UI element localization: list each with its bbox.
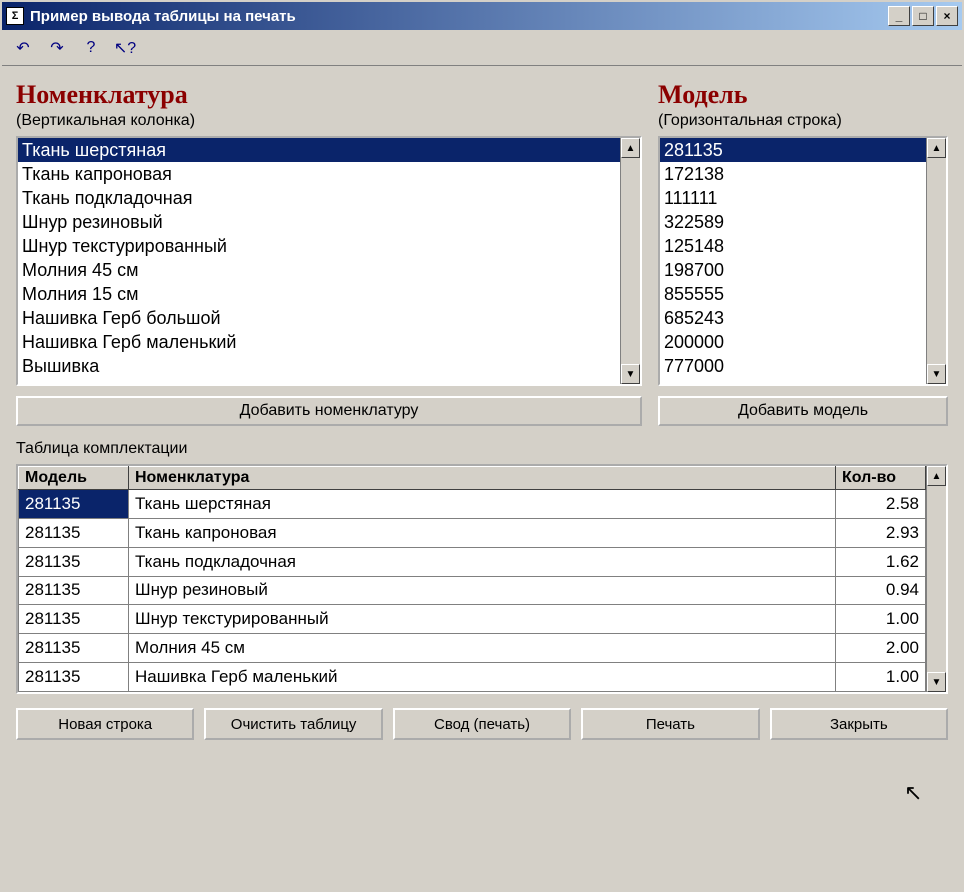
nomenclature-title: Номенклатура [16,80,642,110]
list-item[interactable]: Шнур резиновый [18,210,620,234]
scrollbar[interactable]: ▲ ▼ [926,138,946,384]
scroll-down-icon[interactable]: ▼ [621,364,640,384]
model-title: Модель [658,80,948,110]
cell-qty[interactable]: 2.58 [836,490,926,519]
scroll-up-icon[interactable]: ▲ [927,466,946,486]
undo-icon[interactable]: ↶ [12,37,34,59]
cell-model[interactable]: 281135 [19,605,129,634]
list-item[interactable]: Молния 15 см [18,282,620,306]
scroll-down-icon[interactable]: ▼ [927,364,946,384]
redo-icon[interactable]: ↷ [46,37,68,59]
maximize-button[interactable]: □ [912,6,934,26]
add-nomenclature-button[interactable]: Добавить номенклатуру [16,396,642,426]
scrollbar[interactable]: ▲ ▼ [926,466,946,692]
close-app-button[interactable]: Закрыть [770,708,948,740]
list-item[interactable]: 125148 [660,234,926,258]
cell-qty[interactable]: 0.94 [836,576,926,605]
cell-nomenclature[interactable]: Нашивка Герб маленький [129,663,836,692]
close-button[interactable]: × [936,6,958,26]
cell-model[interactable]: 281135 [19,634,129,663]
cell-nomenclature[interactable]: Ткань шерстяная [129,490,836,519]
scroll-up-icon[interactable]: ▲ [621,138,640,158]
nomenclature-panel: Номенклатура (Вертикальная колонка) Ткан… [16,80,642,426]
table-row[interactable]: 281135Молния 45 см2.00 [19,634,926,663]
list-item[interactable]: 200000 [660,330,926,354]
app-icon: Σ [6,7,24,25]
cell-qty[interactable]: 2.93 [836,518,926,547]
cell-qty[interactable]: 1.62 [836,547,926,576]
cell-nomenclature[interactable]: Молния 45 см [129,634,836,663]
list-item[interactable]: 322589 [660,210,926,234]
list-item[interactable]: Ткань шерстяная [18,138,620,162]
list-item[interactable]: Шнур текстурированный [18,234,620,258]
table-label: Таблица комплектации [16,440,948,458]
list-item[interactable]: 111111 [660,186,926,210]
list-item[interactable]: Вышивка [18,354,620,378]
cell-nomenclature[interactable]: Шнур текстурированный [129,605,836,634]
list-item[interactable]: Ткань капроновая [18,162,620,186]
cell-qty[interactable]: 2.00 [836,634,926,663]
table-row[interactable]: 281135Шнур резиновый0.94 [19,576,926,605]
cell-nomenclature[interactable]: Ткань подкладочная [129,547,836,576]
list-item[interactable]: Нашивка Герб маленький [18,330,620,354]
scrollbar[interactable]: ▲ ▼ [620,138,640,384]
cell-qty[interactable]: 1.00 [836,663,926,692]
list-item[interactable]: 172138 [660,162,926,186]
new-row-button[interactable]: Новая строка [16,708,194,740]
cell-model[interactable]: 281135 [19,663,129,692]
header-model[interactable]: Модель [19,467,129,490]
cell-model[interactable]: 281135 [19,518,129,547]
button-bar: Новая строка Очистить таблицу Свод (печа… [16,708,948,740]
window-title: Пример вывода таблицы на печать [30,8,888,25]
model-subtitle: (Горизонтальная строка) [658,112,948,130]
table-row[interactable]: 281135Ткань подкладочная1.62 [19,547,926,576]
header-qty[interactable]: Кол-во [836,467,926,490]
help-doc-icon[interactable]: ? [80,37,102,59]
cell-nomenclature[interactable]: Ткань капроновая [129,518,836,547]
cell-model[interactable]: 281135 [19,576,129,605]
titlebar[interactable]: Σ Пример вывода таблицы на печать _ □ × [2,2,962,30]
model-panel: Модель (Горизонтальная строка) 281135172… [658,80,948,426]
table-row[interactable]: 281135Ткань капроновая2.93 [19,518,926,547]
app-window: Σ Пример вывода таблицы на печать _ □ × … [0,0,964,892]
nomenclature-listbox[interactable]: Ткань шерстянаяТкань капроноваяТкань под… [16,136,642,386]
header-nomenclature[interactable]: Номенклатура [129,467,836,490]
cell-nomenclature[interactable]: Шнур резиновый [129,576,836,605]
list-item[interactable]: 198700 [660,258,926,282]
help-arrow-icon[interactable]: ↖? [114,37,136,59]
summary-print-button[interactable]: Свод (печать) [393,708,571,740]
content-area: Номенклатура (Вертикальная колонка) Ткан… [2,66,962,890]
print-button[interactable]: Печать [581,708,759,740]
scroll-down-icon[interactable]: ▼ [927,672,946,692]
table-row[interactable]: 281135Ткань шерстяная2.58 [19,490,926,519]
list-item[interactable]: Молния 45 см [18,258,620,282]
minimize-button[interactable]: _ [888,6,910,26]
cell-qty[interactable]: 1.00 [836,605,926,634]
list-item[interactable]: 281135 [660,138,926,162]
model-listbox[interactable]: 2811351721381111113225891251481987008555… [658,136,948,386]
list-item[interactable]: Нашивка Герб большой [18,306,620,330]
add-model-button[interactable]: Добавить модель [658,396,948,426]
list-item[interactable]: Ткань подкладочная [18,186,620,210]
toolbar: ↶ ↷ ? ↖? [2,30,962,66]
cell-model[interactable]: 281135 [19,490,129,519]
table-row[interactable]: 281135Нашивка Герб маленький1.00 [19,663,926,692]
list-item[interactable]: 777000 [660,354,926,378]
list-item[interactable]: 855555 [660,282,926,306]
nomenclature-subtitle: (Вертикальная колонка) [16,112,642,130]
data-grid[interactable]: Модель Номенклатура Кол-во 281135Ткань ш… [16,464,948,694]
table-row[interactable]: 281135Шнур текстурированный1.00 [19,605,926,634]
clear-table-button[interactable]: Очистить таблицу [204,708,382,740]
list-item[interactable]: 685243 [660,306,926,330]
cell-model[interactable]: 281135 [19,547,129,576]
scroll-up-icon[interactable]: ▲ [927,138,946,158]
